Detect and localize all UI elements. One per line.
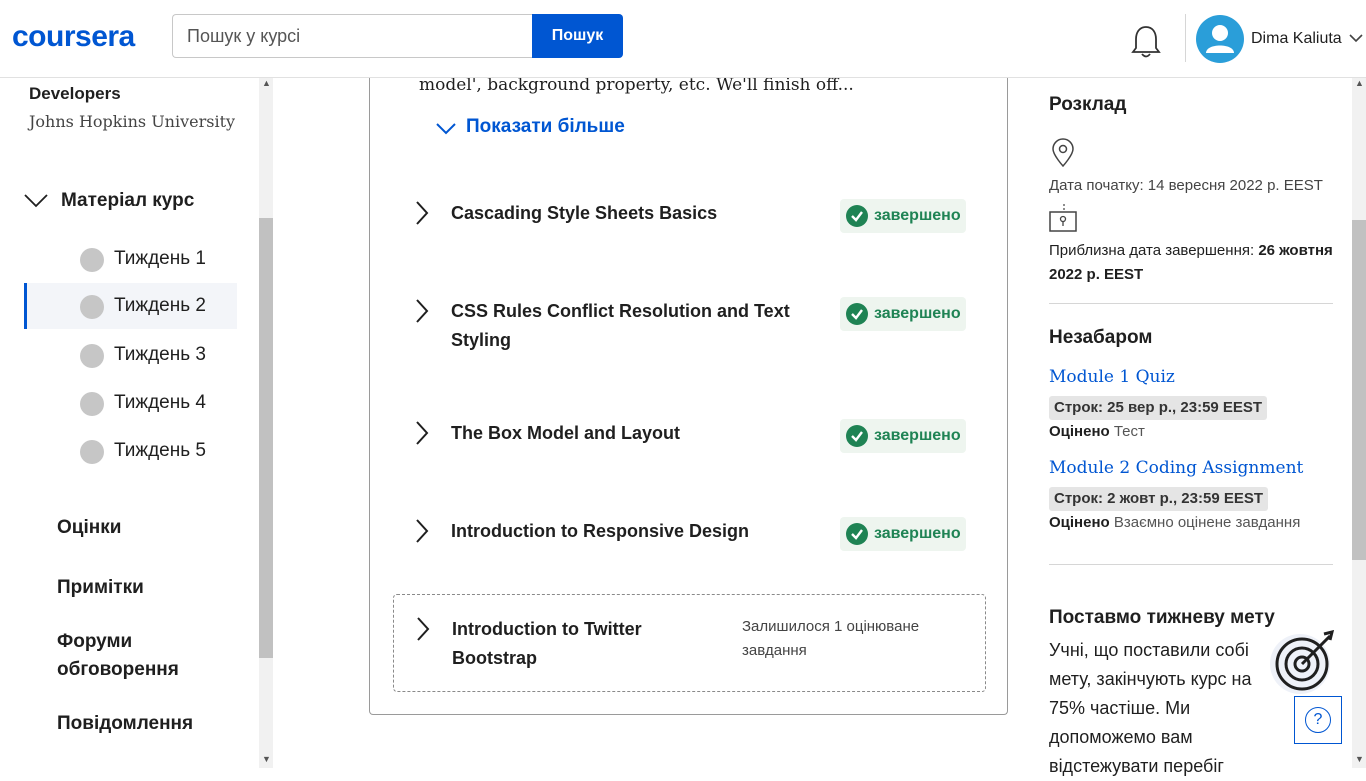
lesson-row-pending[interactable]: Introduction to Twitter Bootstrap Залиши… [393, 594, 986, 692]
week-label: Тиждень 1 [114, 248, 206, 269]
sidebar-item-messages[interactable]: Повідомлення [57, 710, 247, 738]
graded-label: Оцінено [1049, 423, 1110, 440]
lesson-title: Introduction to Responsive Design [451, 521, 750, 541]
progress-dot-icon [80, 248, 104, 272]
graded-info: Оцінено Взаємно оцінене завдання [1049, 514, 1300, 531]
page-scroll-thumb[interactable] [1352, 220, 1366, 560]
check-circle-icon [846, 523, 868, 545]
chevron-right-icon [416, 201, 429, 225]
search-input[interactable] [172, 14, 533, 58]
target-icon [1270, 630, 1335, 694]
sidebar-item-grades[interactable]: Оцінки [57, 514, 247, 542]
chevron-right-icon [416, 519, 429, 543]
graded-type: Взаємно оцінене завдання [1113, 514, 1301, 531]
completed-badge: завершено [840, 297, 966, 331]
header-divider [1185, 14, 1186, 62]
completed-badge: завершено [840, 517, 966, 551]
chevron-right-icon [416, 299, 429, 323]
pending-assignment-note: Залишилося 1 оцінюване завдання [742, 618, 920, 659]
lesson-title: Introduction to Twitter Bootstrap [452, 619, 642, 668]
top-bar: coursera Пошук Dima Kaliuta [0, 0, 1366, 78]
check-circle-icon [846, 303, 868, 325]
user-avatar[interactable] [1196, 15, 1244, 63]
search-button[interactable]: Пошук [532, 14, 623, 58]
goal-description: Учні, що поставили собі мету, закінчують… [1049, 640, 1252, 776]
week-description: model', background property, etc. We'll … [419, 75, 854, 95]
due-date-badge: Строк: 2 жовт р., 23:59 EEST [1049, 487, 1269, 511]
progress-dot-icon [80, 392, 104, 416]
sidebar-scroll-thumb[interactable] [259, 218, 273, 658]
due-date-badge: Строк: 25 вер р., 23:59 EEST [1049, 396, 1268, 420]
sidebar-item-week-1[interactable]: Тиждень 1 [24, 236, 237, 282]
lesson-title: The Box Model and Layout [451, 423, 681, 443]
divider [1049, 564, 1333, 565]
scroll-up-arrow-icon[interactable]: ▲ [262, 78, 271, 88]
sidebar-item-week-3[interactable]: Тиждень 3 [24, 332, 237, 378]
show-more-label: Показати більше [466, 116, 625, 137]
status-label: завершено [874, 305, 961, 322]
week-label: Тиждень 2 [114, 295, 206, 316]
course-material-label: Матеріал курс [61, 190, 195, 211]
divider [1049, 303, 1333, 304]
lesson-title: CSS Rules Conflict Resolution and Text S… [451, 301, 790, 350]
course-university: Johns Hopkins University [29, 112, 236, 131]
location-pin-icon [1052, 138, 1074, 168]
schedule-start-date: Дата початку: 14 вересня 2022 р. EEST [1049, 177, 1323, 194]
chevron-down-icon[interactable] [1349, 33, 1363, 43]
help-icon: ? [1305, 707, 1331, 733]
graded-type: Тест [1113, 423, 1145, 440]
week-label: Тиждень 3 [114, 344, 206, 365]
progress-dot-icon [80, 295, 104, 319]
chevron-right-icon [416, 421, 429, 445]
graded-label: Оцінено [1049, 514, 1110, 531]
page-scrollbar[interactable]: ▲ ▼ [1352, 78, 1366, 768]
schedule-end-label: Приблизна дата завершення: [1049, 242, 1255, 259]
upcoming-item-title[interactable]: Module 2 Coding Assignment [1049, 458, 1303, 478]
course-org: Developers [29, 84, 121, 103]
help-button[interactable]: ? [1294, 696, 1342, 744]
check-circle-icon [846, 425, 868, 447]
goal-heading: Поставмо тижневу мету [1049, 607, 1275, 628]
chevron-down-icon [24, 194, 48, 208]
completed-badge: завершено [840, 419, 966, 453]
sidebar-item-week-4[interactable]: Тиждень 4 [24, 380, 237, 426]
progress-dot-icon [80, 440, 104, 464]
finish-flag-icon [1049, 204, 1077, 232]
scroll-down-arrow-icon[interactable]: ▼ [262, 754, 271, 764]
lesson-title: Cascading Style Sheets Basics [451, 203, 718, 223]
scroll-up-arrow-icon[interactable]: ▲ [1355, 78, 1364, 88]
upcoming-item-title[interactable]: Module 1 Quiz [1049, 367, 1175, 387]
week-label: Тиждень 4 [114, 392, 206, 413]
schedule-end-date: Приблизна дата завершення: 26 жовтня 202… [1049, 239, 1333, 287]
chevron-down-icon [436, 123, 456, 135]
coursera-logo[interactable]: coursera [12, 20, 135, 54]
progress-dot-icon [80, 344, 104, 368]
status-label: завершено [874, 525, 961, 542]
graded-info: Оцінено Тест [1049, 423, 1145, 440]
scroll-down-arrow-icon[interactable]: ▼ [1355, 754, 1364, 764]
user-icon [1206, 25, 1234, 53]
schedule-heading: Розклад [1049, 94, 1127, 115]
status-label: завершено [874, 207, 961, 224]
user-name[interactable]: Dima Kaliuta [1251, 30, 1342, 48]
chevron-right-icon [417, 617, 430, 641]
sidebar-item-notes[interactable]: Примітки [57, 574, 247, 602]
sidebar-item-forums[interactable]: Форуми обговорення [57, 628, 247, 684]
check-circle-icon [846, 205, 868, 227]
status-label: завершено [874, 427, 961, 444]
completed-badge: завершено [840, 199, 966, 233]
sidebar-item-week-5[interactable]: Тиждень 5 [24, 428, 237, 474]
week-label: Тиждень 5 [114, 440, 206, 461]
sidebar-item-week-2[interactable]: Тиждень 2 [24, 283, 237, 329]
sidebar-scrollbar[interactable]: ▲ ▼ [259, 78, 273, 768]
upcoming-heading: Незабаром [1049, 327, 1153, 348]
bell-icon[interactable] [1130, 24, 1162, 60]
